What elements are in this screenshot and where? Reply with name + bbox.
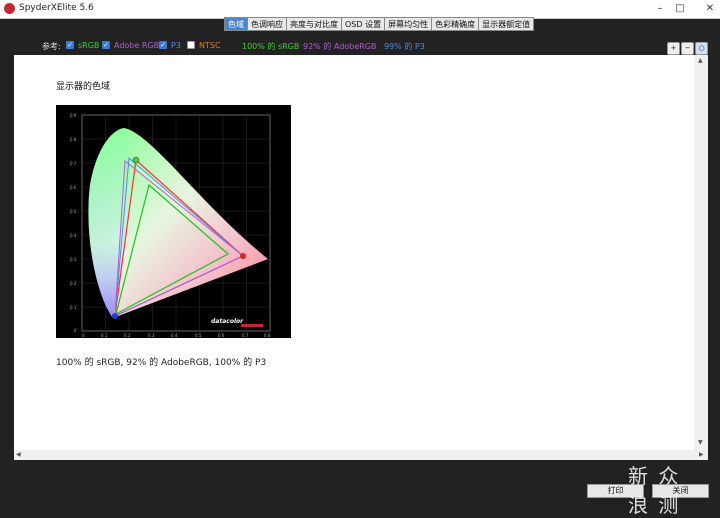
- scroll-up-icon[interactable]: ▲: [698, 57, 703, 64]
- logo-bar: [241, 324, 263, 327]
- gamut-summary: 100% 的 sRGB, 92% 的 AdobeRGB, 100% 的 P3: [56, 358, 267, 368]
- ntsc-label: NTSC: [199, 41, 221, 50]
- report-tabs: 色域 色调响应 亮度与对比度 OSD 设置 屏幕均匀性 色彩精确度 显示器额定值: [224, 17, 535, 31]
- srgb-result: 100% 的 sRGB: [242, 42, 300, 51]
- adobergb-checkbox[interactable]: ✓: [102, 41, 110, 49]
- svg-text:0.5: 0.5: [70, 209, 77, 214]
- tab-color-accuracy[interactable]: 色彩精确度: [432, 17, 480, 31]
- svg-text:0.7: 0.7: [242, 333, 249, 338]
- page-title: 显示器的色域: [56, 82, 111, 92]
- scroll-right-icon[interactable]: ▶: [699, 451, 704, 458]
- watermark: 新 众浪 测: [628, 464, 681, 517]
- srgb-label: sRGB: [78, 41, 100, 50]
- cie-gamut-plot: 0 0.1 0.2 0.3 0.4 0.5 0.6 0.7 0.8 0.9 0.…: [56, 105, 291, 338]
- svg-text:0.6: 0.6: [70, 185, 77, 190]
- svg-text:0.3: 0.3: [148, 333, 155, 338]
- report-content: 显示器的色域 0 0.1 0.2 0.3 0.4 0.5 0.6 0.7 0.8…: [14, 55, 694, 450]
- svg-text:0.2: 0.2: [124, 333, 131, 338]
- svg-text:0.7: 0.7: [70, 161, 77, 166]
- zoom-fit-icon[interactable]: ○: [695, 42, 708, 55]
- cie-diagram-svg: 0 0.1 0.2 0.3 0.4 0.5 0.6 0.7 0.8 0.9 0.…: [70, 113, 271, 338]
- tab-brightness-contrast[interactable]: 亮度与对比度: [287, 17, 342, 31]
- zoom-out-icon[interactable]: −: [681, 42, 694, 55]
- datacolor-logo: datacolor: [211, 318, 244, 325]
- p3-checkbox[interactable]: ✓: [159, 41, 167, 49]
- tab-tone-response[interactable]: 色调响应: [248, 17, 287, 31]
- horizontal-scrollbar[interactable]: ◀ ▶: [14, 450, 708, 460]
- tab-osd-settings[interactable]: OSD 设置: [342, 17, 386, 31]
- svg-text:0: 0: [74, 328, 77, 333]
- close-window-button[interactable]: ✕: [690, 0, 720, 18]
- svg-text:0.3: 0.3: [70, 257, 77, 262]
- vertical-scrollbar[interactable]: ▲ ▼: [694, 55, 708, 450]
- red-primary-marker: [240, 253, 246, 259]
- svg-text:0.4: 0.4: [171, 333, 178, 338]
- tab-uniformity[interactable]: 屏幕均匀性: [385, 17, 433, 31]
- scroll-left-icon[interactable]: ◀: [16, 451, 21, 458]
- svg-text:0.8: 0.8: [70, 137, 77, 142]
- app-logo-icon: [4, 3, 15, 14]
- tab-gamut[interactable]: 色域: [224, 17, 248, 31]
- reference-bar: 参考: ✓ sRGB ✓ Adobe RGB ✓ P3 NTSC 100% 的 …: [0, 38, 720, 54]
- tab-display-rating[interactable]: 显示器额定值: [479, 17, 535, 31]
- zoom-in-icon[interactable]: +: [667, 42, 680, 55]
- svg-text:0.4: 0.4: [70, 233, 77, 238]
- svg-text:0.5: 0.5: [195, 333, 202, 338]
- ntsc-checkbox[interactable]: [187, 41, 195, 49]
- svg-text:0: 0: [82, 333, 85, 338]
- svg-text:0.8: 0.8: [264, 333, 271, 338]
- scroll-down-icon[interactable]: ▼: [698, 439, 703, 446]
- svg-text:0.1: 0.1: [70, 305, 77, 310]
- blue-primary-marker: [112, 313, 118, 319]
- reference-label: 参考:: [42, 42, 61, 51]
- svg-text:0.1: 0.1: [101, 333, 108, 338]
- p3-label: P3: [171, 41, 181, 50]
- window-title: SpyderXElite 5.6: [19, 3, 94, 13]
- svg-text:0.9: 0.9: [70, 113, 77, 118]
- green-primary-marker: [132, 156, 140, 164]
- svg-text:0.2: 0.2: [70, 281, 77, 286]
- srgb-checkbox[interactable]: ✓: [66, 41, 74, 49]
- svg-text:0.6: 0.6: [218, 333, 225, 338]
- p3-result: 99% 的 P3: [384, 42, 425, 51]
- adobergb-label: Adobe RGB: [114, 41, 160, 50]
- adobergb-result: 92% 的 AdobeRGB: [303, 42, 377, 51]
